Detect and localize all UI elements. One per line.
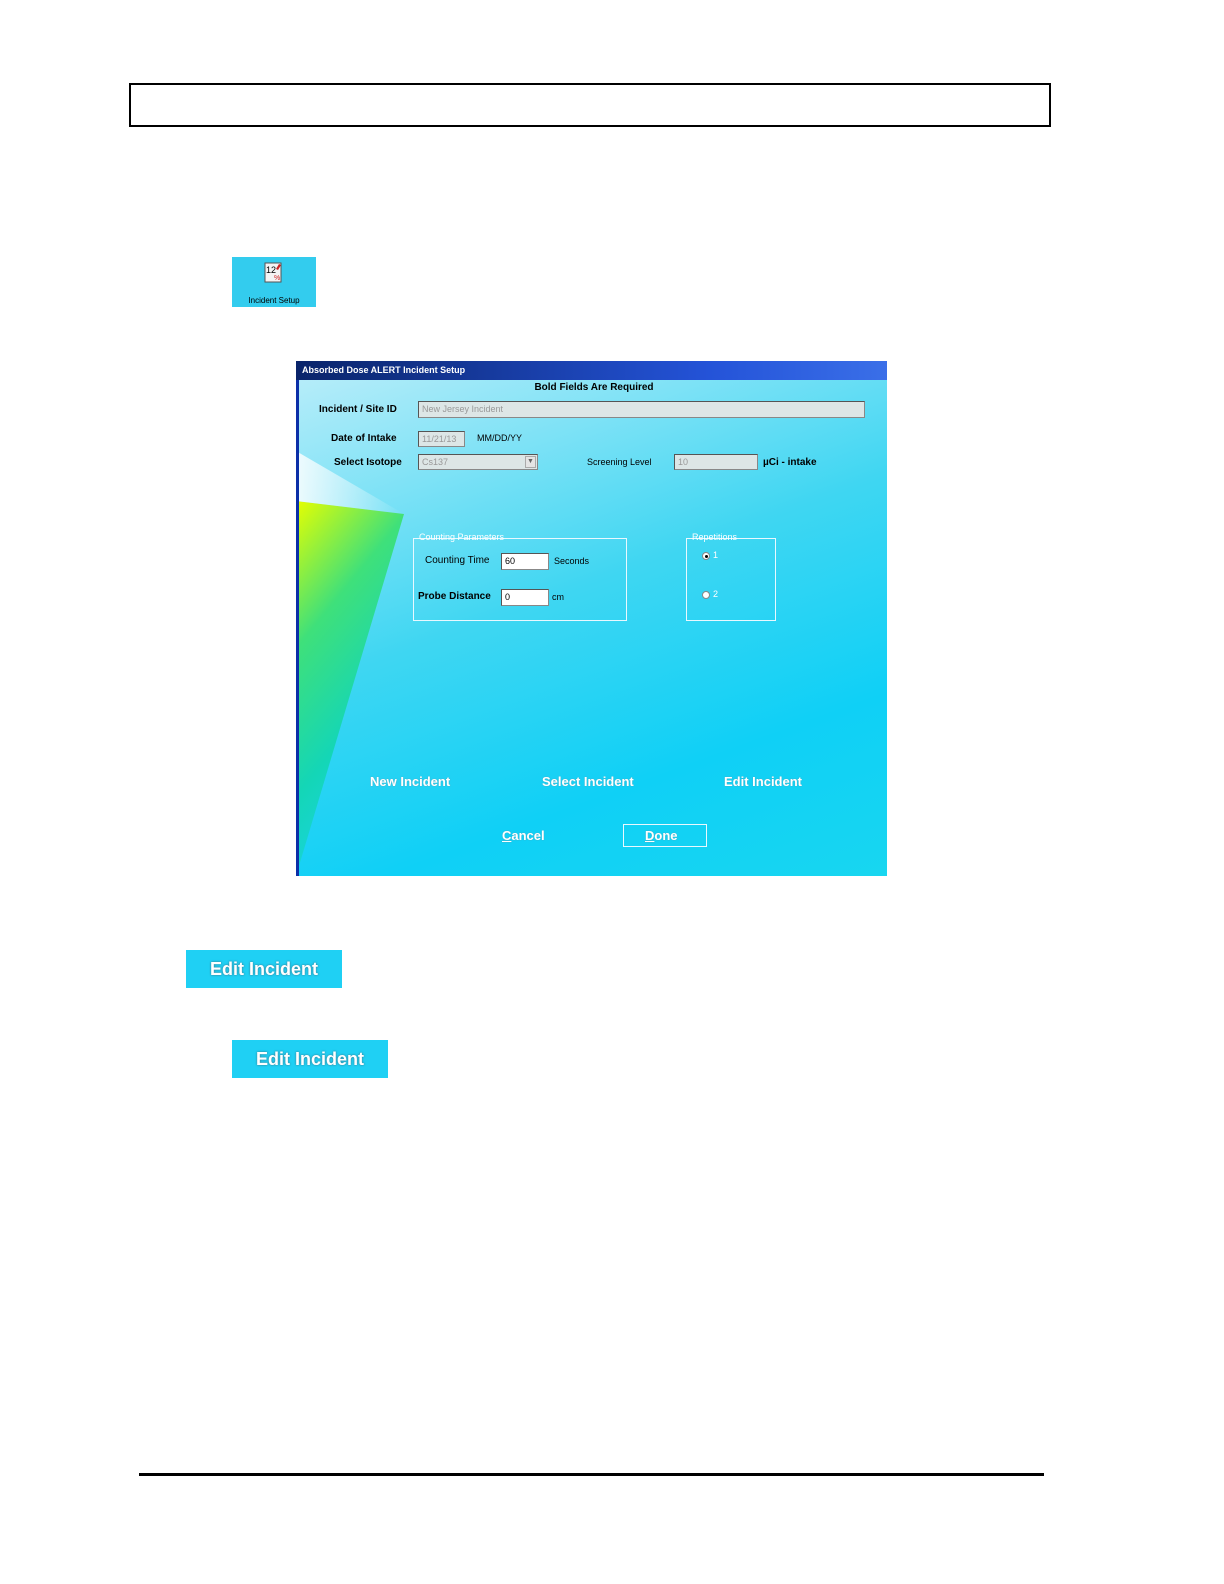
probe-distance-unit: cm — [552, 592, 564, 602]
cancel-accelerator-letter: C — [502, 828, 512, 843]
required-fields-note: Bold Fields Are Required — [534, 382, 654, 393]
svg-text:%: % — [274, 275, 280, 282]
new-incident-button[interactable]: New Incident — [370, 774, 450, 789]
repetition-radio-1[interactable] — [702, 552, 710, 560]
date-format-hint: MM/DD/YY — [477, 433, 522, 443]
dialog-title: Absorbed Dose ALERT Incident Setup — [302, 365, 466, 375]
counting-time-label: Counting Time — [425, 555, 490, 566]
repetition-radio-1-label: 1 — [713, 550, 719, 560]
footer-rule — [139, 1473, 1044, 1476]
date-of-intake-input[interactable]: 11/21/13 — [418, 431, 465, 447]
dialog-left-border — [296, 361, 299, 876]
incident-setup-caption: Incident Setup — [248, 296, 300, 305]
done-label-rest: one — [654, 828, 678, 843]
cancel-label-rest: ancel — [511, 828, 545, 843]
edit-incident-button[interactable]: Edit Incident — [724, 774, 802, 789]
edit-incident-button-large-1[interactable]: Edit Incident — [186, 950, 342, 988]
incident-site-input[interactable]: New Jersey Incident — [418, 401, 865, 418]
dialog-titlebar[interactable]: Absorbed Dose ALERT Incident Setup — [296, 361, 887, 380]
cancel-button[interactable]: Cancel — [502, 828, 545, 843]
chevron-down-icon[interactable]: ▼ — [525, 456, 536, 468]
screening-level-input[interactable]: 10 — [674, 454, 758, 470]
page-header-box — [129, 83, 1051, 127]
screening-unit-label: µCi - intake — [763, 457, 817, 468]
repetitions-group: Repetitions — [686, 532, 776, 621]
incident-setup-button[interactable]: 12 % Incident Setup — [232, 257, 316, 307]
done-accelerator-letter: D — [645, 828, 655, 843]
select-incident-button[interactable]: Select Incident — [542, 774, 634, 789]
incident-setup-dialog: Absorbed Dose ALERT Incident Setup Bold … — [296, 361, 887, 876]
counting-time-input[interactable]: 60 — [501, 553, 549, 570]
counting-parameters-title: Counting Parameters — [419, 532, 505, 542]
svg-text:12: 12 — [266, 265, 276, 275]
done-label[interactable]: Done — [645, 828, 678, 843]
repetitions-title: Repetitions — [692, 532, 738, 542]
select-isotope-label: Select Isotope — [334, 457, 402, 468]
edit-incident-button-large-2[interactable]: Edit Incident — [232, 1040, 388, 1078]
probe-distance-label: Probe Distance — [418, 591, 491, 602]
counting-parameters-group: Counting Parameters — [413, 532, 627, 621]
isotope-select[interactable]: Cs137 ▼ — [418, 454, 538, 470]
isotope-selected-value: Cs137 — [422, 457, 449, 467]
repetition-radio-2-label: 2 — [713, 589, 719, 599]
clipboard-calendar-icon: 12 % — [264, 262, 282, 283]
date-of-intake-label: Date of Intake — [331, 433, 397, 444]
counting-time-unit: Seconds — [554, 556, 590, 566]
screening-level-label: Screening Level — [587, 457, 652, 467]
incident-site-label: Incident / Site ID — [319, 404, 397, 415]
probe-distance-input[interactable]: 0 — [501, 589, 549, 606]
repetition-radio-2[interactable] — [702, 591, 710, 599]
